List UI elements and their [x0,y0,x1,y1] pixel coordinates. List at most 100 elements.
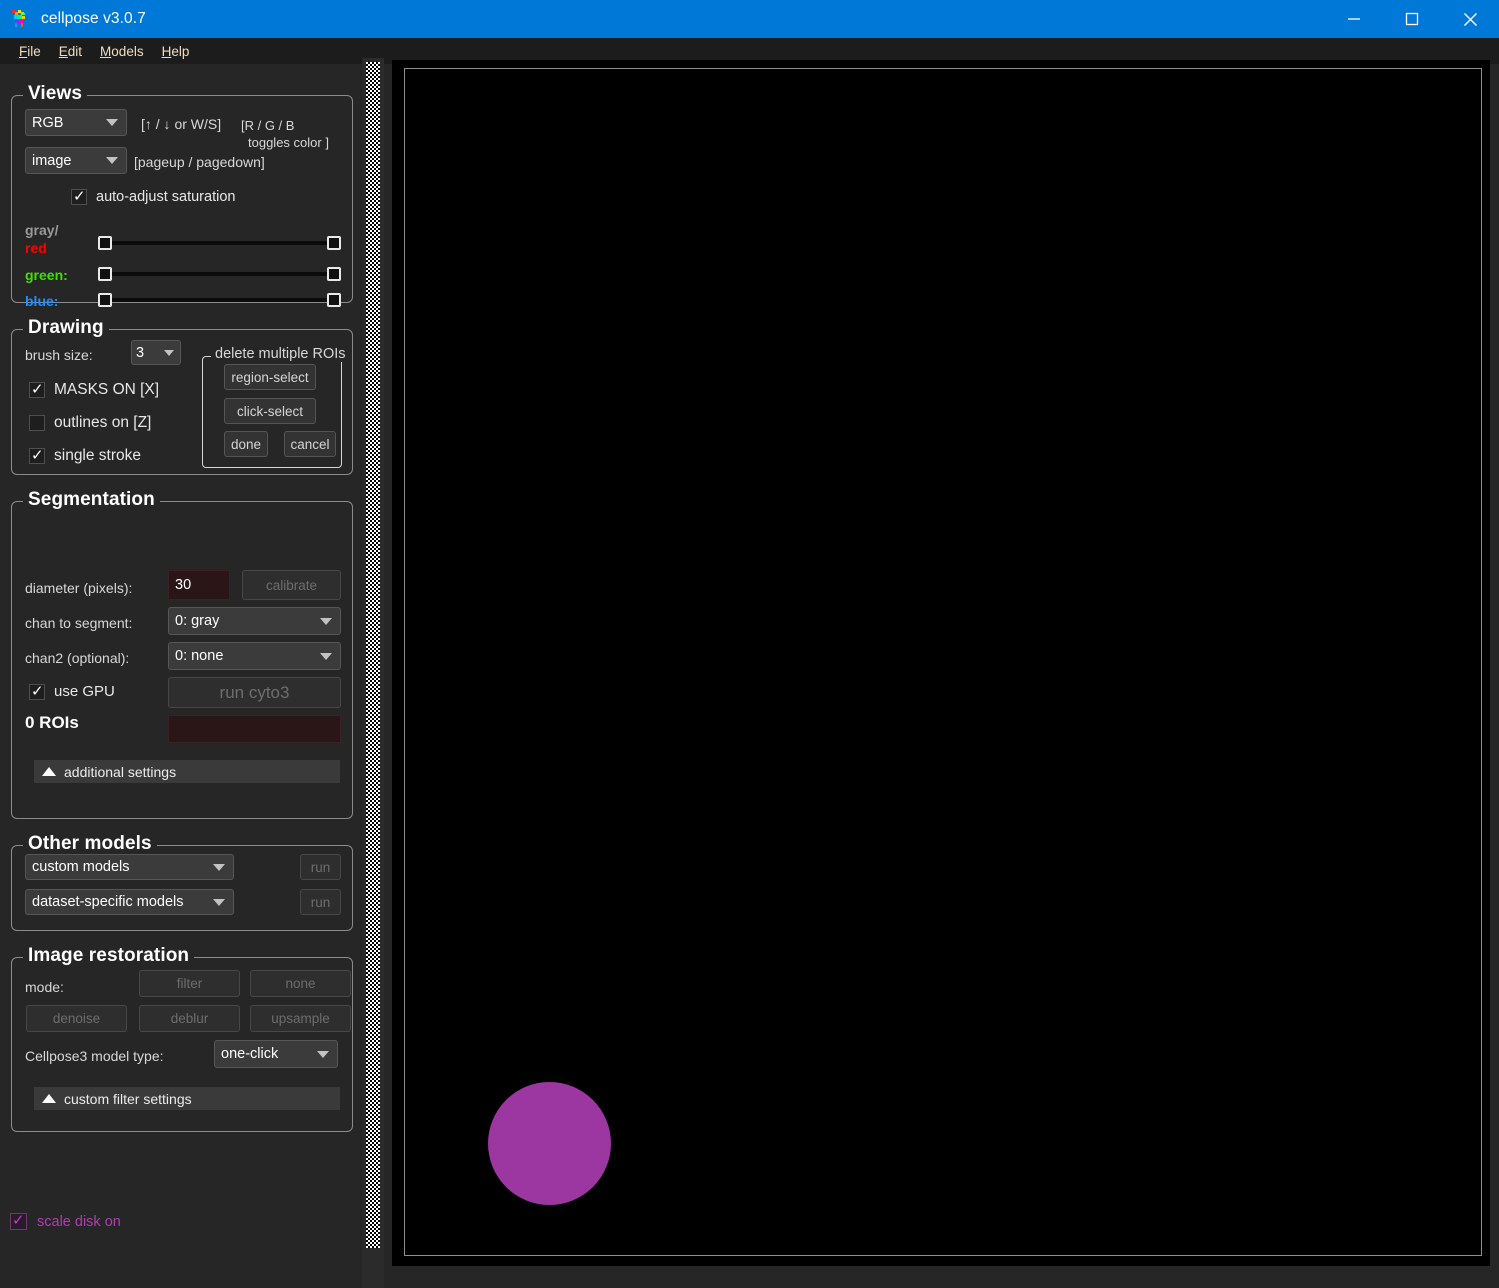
triangle-up-icon [42,1094,56,1103]
window-controls [1325,0,1499,38]
additional-settings-expander[interactable]: additional settings [34,760,340,783]
custom-models-value: custom models [32,859,207,875]
brush-size-select[interactable]: 3 [131,340,181,365]
menu-help-rest: elp [171,44,189,59]
slider-handle-high[interactable] [327,293,341,307]
rgb-toggle-hint-line2: toggles color ] [248,135,329,150]
gray-red-saturation-slider[interactable] [98,234,341,252]
rgb-toggle-hint-line1: [R / G / B [241,118,294,133]
scale-disk-on-checkbox[interactable]: scale disk on [10,1213,121,1230]
delete-multiple-rois-group: delete multiple ROIs region-select click… [202,356,342,468]
slider-handle-low[interactable] [98,267,112,281]
roi-count-label: 0 ROIs [25,713,79,733]
slider-label-green: green: [25,267,68,283]
window-title: cellpose v3.0.7 [41,10,146,28]
chan-to-segment-select[interactable]: 0: gray [168,607,341,635]
blue-saturation-slider[interactable] [98,291,341,309]
auto-adjust-saturation-checkbox[interactable]: auto-adjust saturation [71,189,235,205]
filter-button[interactable]: filter [139,970,240,997]
run-model-button[interactable]: run cyto3 [168,677,341,708]
none-button[interactable]: none [250,970,351,997]
chan2-select[interactable]: 0: none [168,642,341,670]
cellpose3-model-type-value: one-click [221,1046,311,1062]
image-view-frame[interactable] [404,68,1482,1256]
menu-file[interactable]: File [10,41,50,62]
chevron-down-icon [320,653,332,660]
upsample-button[interactable]: upsample [250,1005,351,1032]
dataset-models-value: dataset-specific models [32,894,207,910]
view-mode-hint: [pageup / pagedown] [134,154,265,170]
masks-on-label: MASKS ON [X] [54,381,159,399]
single-stroke-label: single stroke [54,447,141,465]
chan2-value: 0: none [175,648,314,664]
checkbox-box [29,448,45,464]
chevron-down-icon [320,618,332,625]
slider-handle-low[interactable] [98,293,112,307]
use-gpu-label: use GPU [54,683,115,700]
left-panel-scrollbar-handle[interactable] [366,62,380,1248]
custom-models-select[interactable]: custom models [25,854,234,880]
dataset-models-select[interactable]: dataset-specific models [25,889,234,915]
cancel-button[interactable]: cancel [284,431,336,457]
menu-help[interactable]: Help [153,41,199,62]
slider-handle-high[interactable] [327,267,341,281]
cellpose3-model-type-select[interactable]: one-click [214,1040,338,1068]
color-mode-select[interactable]: RGB [25,109,127,136]
slider-handle-low[interactable] [98,236,112,250]
menu-models[interactable]: Models [91,41,153,62]
slider-label-red: red [25,240,47,256]
cellpose3-model-type-label: Cellpose3 model type: [25,1048,164,1064]
minimize-icon[interactable] [1325,0,1383,38]
views-group: Views RGB [↑ / ↓ or W/S] [R / G / B togg… [11,95,353,303]
color-mode-hint: [↑ / ↓ or W/S] [141,116,221,132]
single-stroke-checkbox[interactable]: single stroke [29,447,141,465]
close-icon[interactable] [1441,0,1499,38]
view-mode-select[interactable]: image [25,147,127,174]
slider-label-gray: gray/ [25,222,58,238]
menu-edit-mnemonic: E [59,44,68,59]
left-control-panel: Views RGB [↑ / ↓ or W/S] [R / G / B togg… [0,64,360,1288]
delete-multiple-rois-title: delete multiple ROIs [211,346,350,362]
chan-to-segment-value: 0: gray [175,613,314,629]
slider-track [98,272,341,276]
menu-edit[interactable]: Edit [50,41,91,62]
menu-file-rest: ile [27,44,41,59]
run-dataset-model-button[interactable]: run [300,889,341,915]
use-gpu-checkbox[interactable]: use GPU [29,683,115,700]
chevron-down-icon [106,119,118,126]
image-restoration-group: Image restoration mode: filter none deno… [11,957,353,1132]
left-panel-scroll-gutter[interactable] [362,58,384,1288]
triangle-up-icon [42,767,56,776]
deblur-button[interactable]: deblur [139,1005,240,1032]
segmentation-group-title: Segmentation [23,489,160,511]
slider-track [98,241,341,245]
outlines-on-checkbox[interactable]: outlines on [Z] [29,414,151,432]
chevron-down-icon [213,899,225,906]
color-mode-value: RGB [32,115,100,131]
checkbox-box [29,684,45,700]
menu-models-mnemonic: M [100,44,111,59]
slider-track [98,298,341,302]
brush-size-value: 3 [136,345,158,361]
mode-label: mode: [25,979,64,995]
chan2-label: chan2 (optional): [25,650,129,666]
drawing-group: Drawing brush size: 3 MASKS ON [X] outli… [11,329,353,475]
maximize-icon[interactable] [1383,0,1441,38]
run-custom-model-button[interactable]: run [300,854,341,880]
diameter-label: diameter (pixels): [25,580,132,596]
image-canvas-area[interactable] [392,60,1490,1266]
region-select-button[interactable]: region-select [224,364,316,390]
menu-models-rest: odels [111,44,143,59]
segmentation-group: Segmentation diameter (pixels): 30 calib… [11,501,353,819]
menu-edit-rest: dit [68,44,82,59]
done-button[interactable]: done [224,431,268,457]
denoise-button[interactable]: denoise [26,1005,127,1032]
diameter-input[interactable]: 30 [168,570,230,600]
click-select-button[interactable]: click-select [224,398,316,424]
green-saturation-slider[interactable] [98,265,341,283]
slider-handle-high[interactable] [327,236,341,250]
custom-filter-settings-expander[interactable]: custom filter settings [34,1087,340,1110]
masks-on-checkbox[interactable]: MASKS ON [X] [29,381,159,399]
calibrate-button[interactable]: calibrate [242,570,341,600]
chevron-down-icon [317,1051,329,1058]
